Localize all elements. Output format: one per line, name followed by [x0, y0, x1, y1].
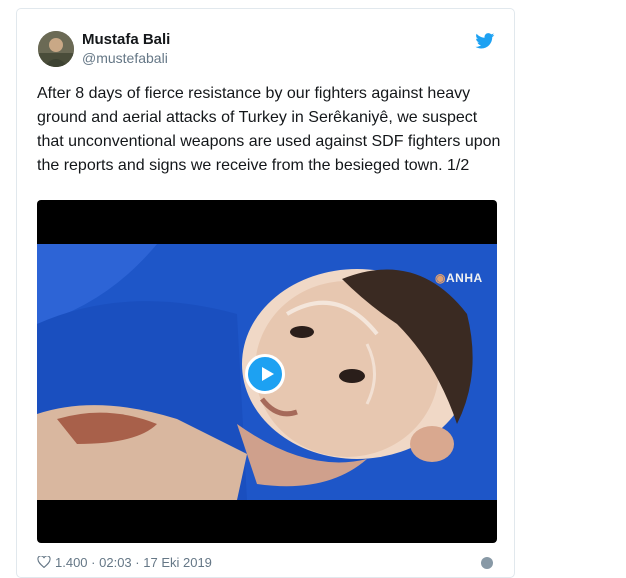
info-icon[interactable] [481, 557, 493, 569]
tweet-card: Mustafa Bali @mustefabali After 8 days o… [16, 8, 515, 578]
video-player[interactable]: ◉ANHA [37, 200, 497, 543]
author-name[interactable]: Mustafa Bali [82, 31, 170, 48]
tweet-footer: 1.400 · 02:03 · 17 Eki 2019 [37, 555, 212, 570]
avatar-photo [38, 31, 74, 67]
avatar[interactable] [38, 31, 74, 67]
play-icon[interactable] [245, 354, 285, 394]
twitter-bird-icon[interactable] [475, 33, 495, 49]
tweet-date[interactable]: 17 Eki 2019 [143, 555, 212, 570]
tweet-time[interactable]: 02:03 [99, 555, 132, 570]
video-watermark: ◉ANHA [435, 271, 483, 285]
like-count: 1.400 [55, 555, 88, 570]
heart-icon[interactable] [37, 556, 51, 568]
author-handle[interactable]: @mustefabali [82, 50, 168, 66]
tweet-text: After 8 days of fierce resistance by our… [37, 85, 501, 174]
